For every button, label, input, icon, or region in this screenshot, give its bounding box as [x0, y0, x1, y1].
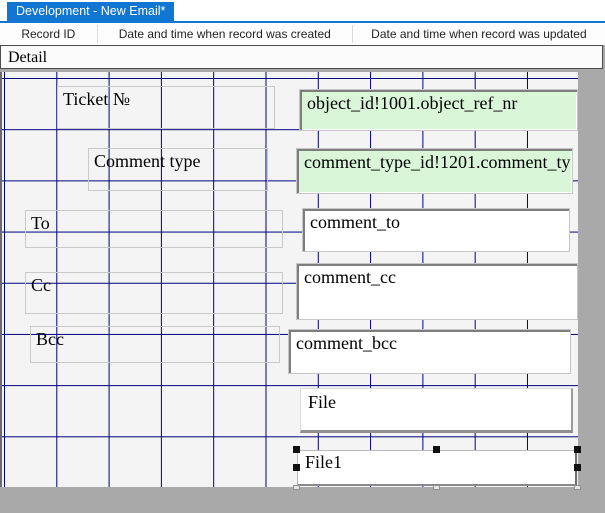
field-file1[interactable]: File1: [297, 450, 577, 486]
resize-handle-bottom-left[interactable]: [293, 485, 300, 490]
label-to[interactable]: To: [25, 210, 283, 248]
resize-handle-top-middle[interactable]: [433, 446, 440, 453]
resize-handle-top-left[interactable]: [293, 446, 300, 453]
field-comment-type[interactable]: comment_type_id!1201.comment_ty: [296, 148, 573, 194]
resize-handle-bottom-middle[interactable]: [433, 485, 440, 490]
field-comment-cc[interactable]: comment_cc: [296, 263, 578, 320]
column-header-updated[interactable]: Date and time when record was updated: [353, 27, 605, 41]
detail-band-header[interactable]: Detail: [0, 45, 603, 69]
column-header-created[interactable]: Date and time when record was created: [98, 27, 352, 41]
selected-field-wrapper: File1: [293, 446, 581, 490]
resize-handle-bottom-right[interactable]: [574, 485, 581, 490]
field-object-ref-nr[interactable]: object_id!1001.object_ref_nr: [299, 89, 578, 131]
resize-handle-middle-right[interactable]: [574, 464, 581, 471]
resize-handle-middle-left[interactable]: [293, 464, 300, 471]
form-designer-window: Development - New Email* Record ID Date …: [0, 0, 605, 513]
field-file[interactable]: File: [300, 388, 573, 433]
column-header-record-id[interactable]: Record ID: [0, 27, 97, 41]
record-header-row: Record ID Date and time when record was …: [0, 23, 605, 45]
detail-band-label: Detail: [8, 49, 47, 66]
tab-development-new-email[interactable]: Development - New Email*: [7, 2, 174, 21]
field-comment-to[interactable]: comment_to: [302, 208, 570, 252]
field-comment-bcc[interactable]: comment_bcc: [288, 329, 571, 374]
label-comment-type[interactable]: Comment type: [88, 148, 268, 191]
tab-bar: Development - New Email*: [0, 0, 605, 23]
label-cc[interactable]: Cc: [25, 272, 283, 314]
label-bcc[interactable]: Bcc: [30, 326, 280, 363]
label-ticket-nr[interactable]: Ticket №: [57, 86, 275, 129]
resize-handle-top-right[interactable]: [574, 446, 581, 453]
